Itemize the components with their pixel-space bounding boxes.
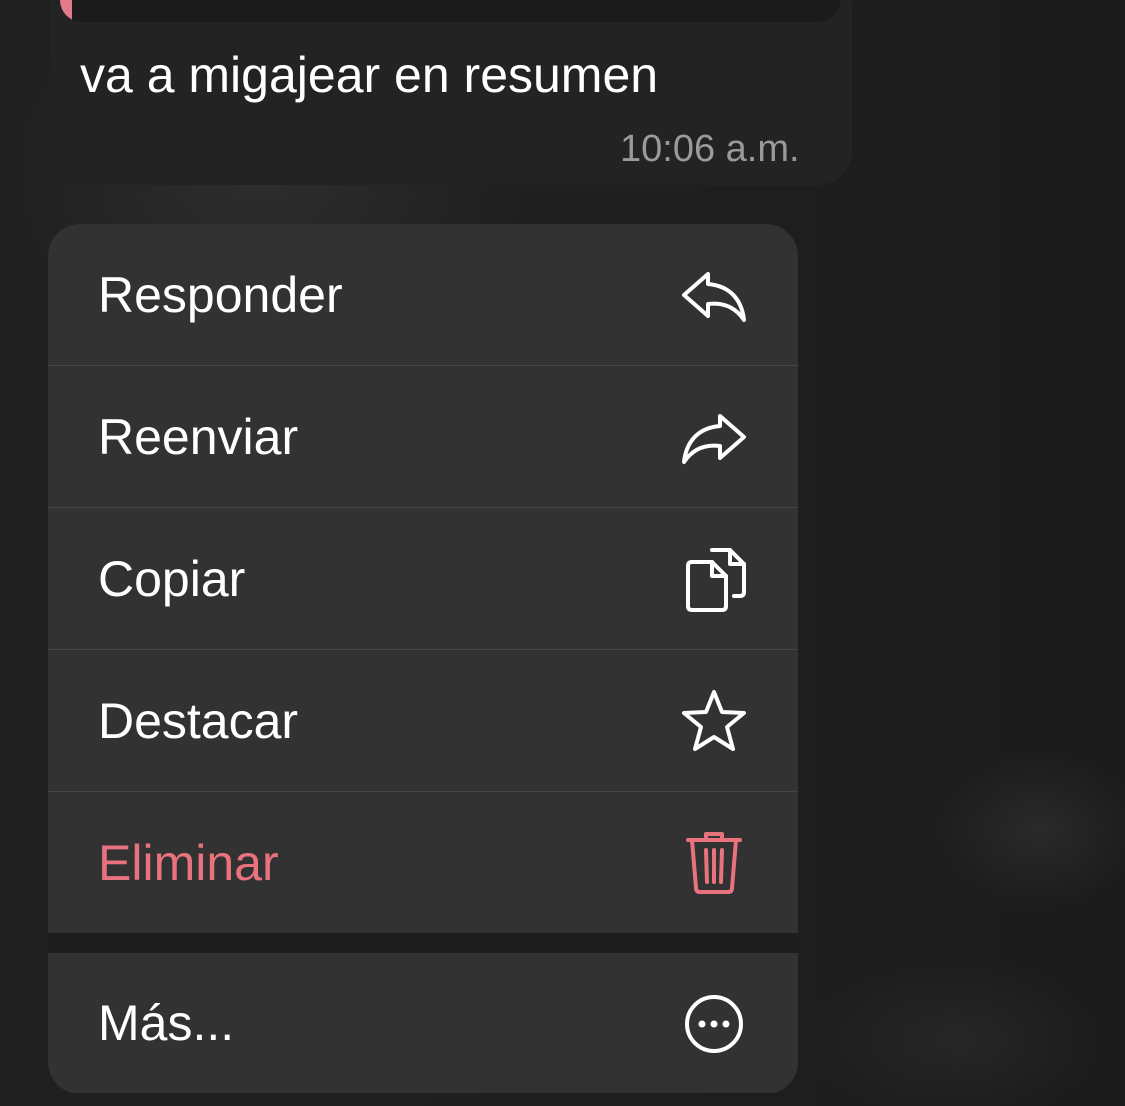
menu-item-label: Copiar — [98, 550, 246, 607]
star-icon — [678, 688, 750, 754]
menu-item-label: Más... — [98, 995, 235, 1051]
message-timestamp: 10:06 a.m. — [620, 128, 800, 170]
menu-item-delete[interactable]: Eliminar — [48, 792, 798, 933]
menu-item-label: Reenviar — [98, 408, 299, 465]
trash-icon — [678, 830, 750, 896]
menu-item-label: Responder — [98, 266, 343, 323]
quoted-message-preview[interactable] — [60, 0, 840, 22]
menu-item-forward[interactable]: Reenviar — [48, 366, 798, 508]
copy-icon — [678, 546, 750, 612]
menu-item-more[interactable]: Más... — [48, 953, 798, 1093]
menu-item-reply[interactable]: Responder — [48, 224, 798, 366]
reply-icon — [678, 262, 750, 328]
message-text: va a migajear en resumen — [80, 47, 659, 103]
menu-item-star[interactable]: Destacar — [48, 650, 798, 792]
menu-item-copy[interactable]: Copiar — [48, 508, 798, 650]
menu-item-label: Eliminar — [98, 834, 279, 891]
forward-icon — [678, 404, 750, 470]
message-context-menu: Responder Reenviar Copiar Destacar Elimi… — [48, 224, 798, 1094]
quote-accent-bar — [60, 0, 72, 22]
more-icon — [678, 991, 750, 1057]
menu-more-group: Más... — [48, 953, 798, 1093]
menu-separator — [48, 933, 798, 953]
menu-item-label: Destacar — [98, 692, 299, 749]
menu-actions-group: Responder Reenviar Copiar Destacar Elimi… — [48, 224, 798, 933]
